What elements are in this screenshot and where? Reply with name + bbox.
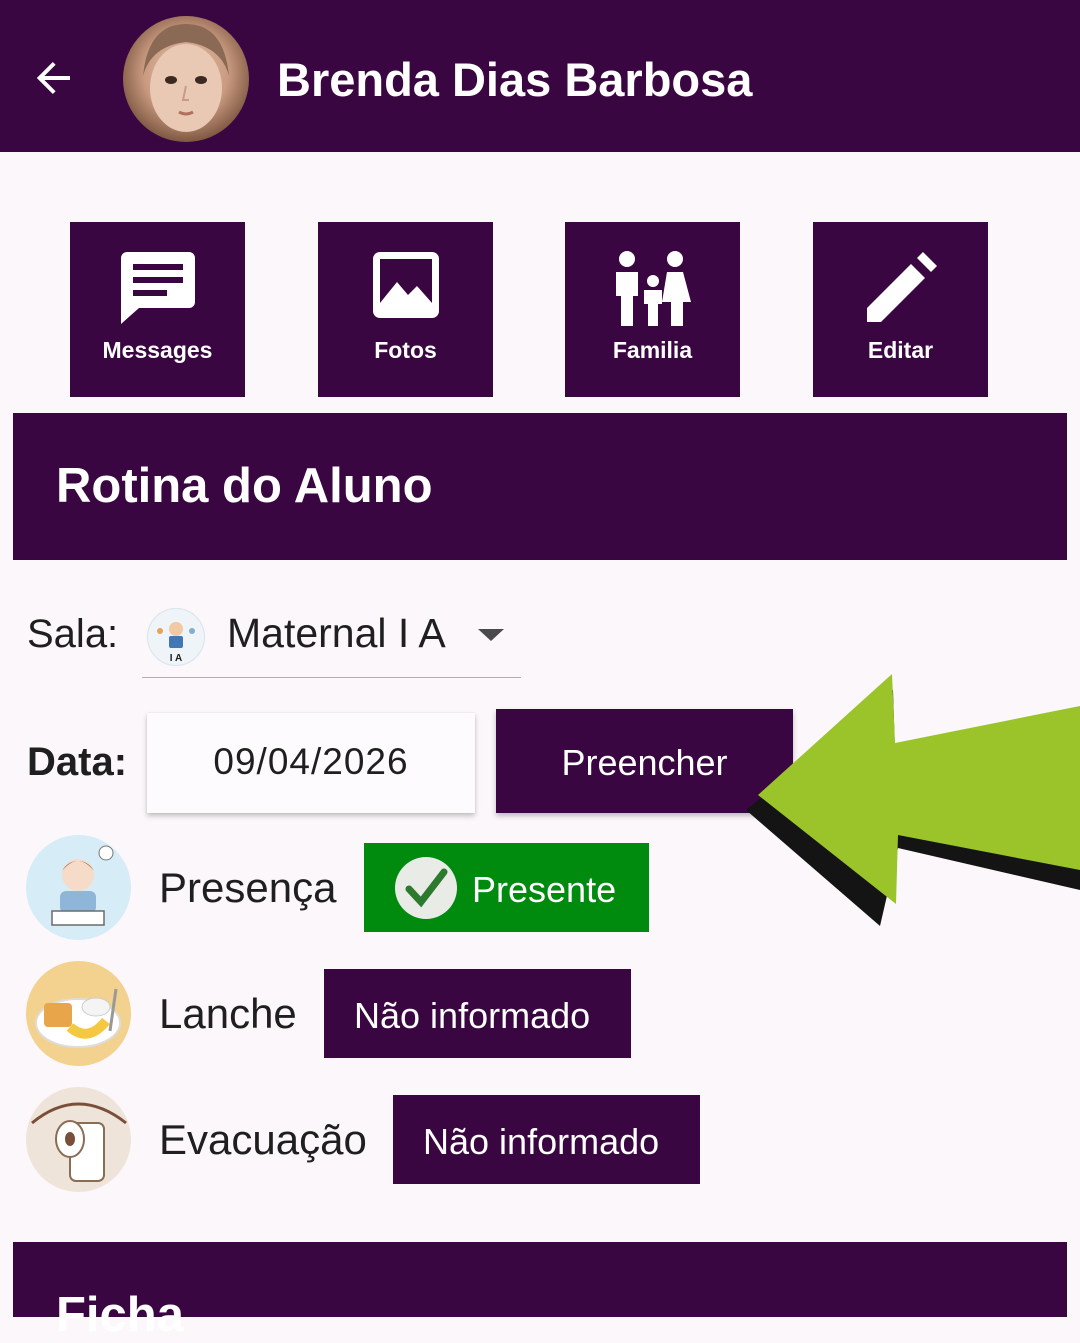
- editar-button[interactable]: Editar: [813, 222, 988, 397]
- presenca-status-button[interactable]: Presente: [364, 843, 649, 932]
- evacuacao-status-button[interactable]: Não informado: [393, 1095, 700, 1184]
- child-photo: [143, 24, 229, 132]
- arrow-back-icon: [36, 62, 70, 94]
- sala-label: Sala:: [27, 612, 119, 656]
- back-button[interactable]: [26, 50, 82, 106]
- check-icon: [395, 857, 457, 919]
- family-icon: [615, 251, 691, 326]
- evacuacao-label: Evacuação: [159, 1116, 367, 1163]
- svg-text:I A: I A: [170, 653, 182, 664]
- ficha-title: Ficha: [56, 1288, 184, 1342]
- familia-label: Familia: [612, 337, 693, 363]
- routine-section-header: Rotina do Aluno: [13, 413, 1067, 560]
- date-value: 09/04/2026: [213, 741, 409, 782]
- lanche-label: Lanche: [159, 990, 297, 1037]
- editar-label: Editar: [867, 337, 934, 363]
- student-name: Brenda Dias Barbosa: [277, 53, 753, 106]
- presenca-label: Presença: [159, 864, 337, 911]
- pointer-arrow-icon: [746, 674, 1080, 926]
- chevron-down-icon: [478, 629, 504, 641]
- routine-title: Rotina do Aluno: [56, 459, 433, 513]
- student-avatar[interactable]: [123, 16, 249, 142]
- evacuacao-icon: [26, 1087, 131, 1192]
- sala-dropdown[interactable]: I A Maternal I A: [142, 600, 521, 678]
- lanche-status-text: Não informado: [354, 995, 591, 1036]
- evacuacao-status-text: Não informado: [423, 1121, 660, 1162]
- sala-value: Maternal I A: [227, 610, 446, 656]
- message-icon: [120, 252, 195, 324]
- classroom-icon: I A: [147, 608, 205, 666]
- messages-button[interactable]: Messages: [70, 222, 245, 397]
- image-icon: [372, 252, 439, 318]
- lanche-icon: [26, 961, 131, 1066]
- app-bar: Brenda Dias Barbosa: [0, 0, 1080, 152]
- presenca-status-text: Presente: [472, 869, 617, 910]
- presenca-icon: [26, 835, 131, 940]
- data-label: Data:: [27, 740, 128, 784]
- lanche-status-button[interactable]: Não informado: [324, 969, 631, 1058]
- fotos-label: Fotos: [374, 337, 437, 363]
- fotos-button[interactable]: Fotos: [318, 222, 493, 397]
- familia-button[interactable]: Familia: [565, 222, 740, 397]
- ficha-section-header: Ficha: [13, 1242, 1067, 1342]
- pencil-icon: [866, 252, 937, 322]
- messages-label: Messages: [102, 337, 213, 363]
- date-field[interactable]: 09/04/2026: [147, 713, 475, 813]
